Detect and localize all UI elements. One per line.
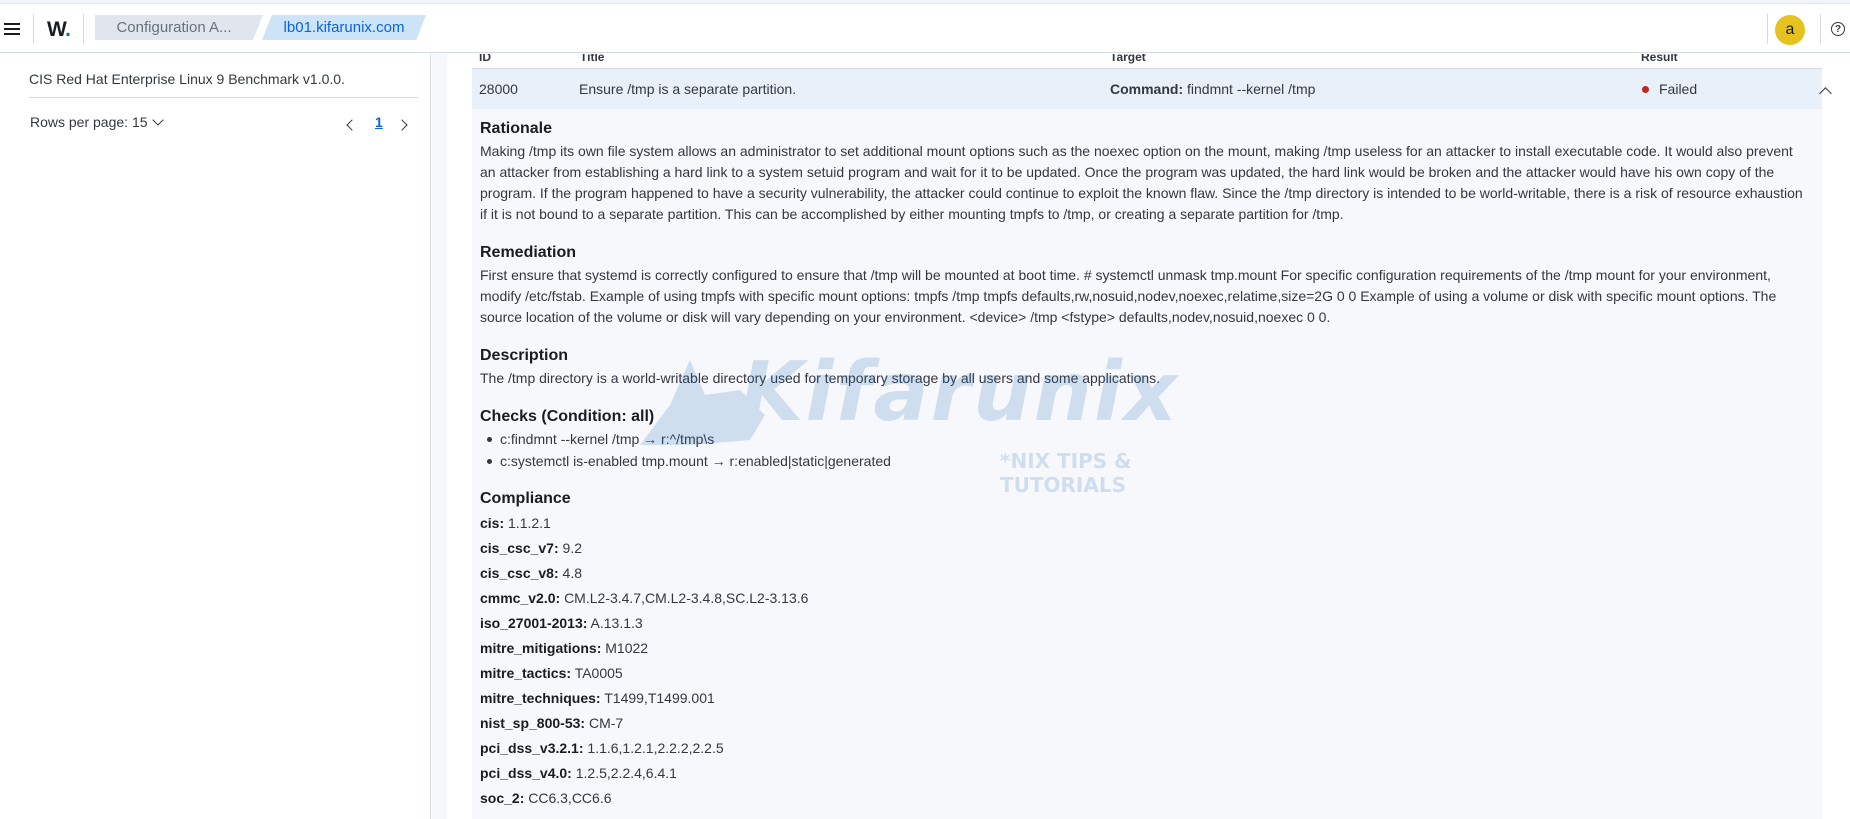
compliance-value: 4.8 bbox=[562, 565, 582, 581]
column-header-target[interactable]: Target bbox=[1110, 54, 1146, 64]
user-avatar[interactable]: a bbox=[1775, 15, 1805, 45]
previous-page-button[interactable] bbox=[346, 116, 358, 134]
compliance-heading: Compliance bbox=[480, 490, 571, 507]
rationale-heading: Rationale bbox=[480, 120, 553, 137]
compliance-value: CM.L2-3.4.7,CM.L2-3.4.8,SC.L2-3.13.6 bbox=[564, 590, 809, 606]
benchmark-list-panel: CIS Red Hat Enterprise Linux 9 Benchmark… bbox=[5, 54, 431, 819]
cell-target: Command: findmnt --kernel /tmp bbox=[1110, 81, 1315, 97]
top-nav-bar: W. Configuration A... lb01.kifarunix.com… bbox=[0, 4, 1850, 53]
compliance-key: cis: bbox=[480, 515, 505, 531]
compliance-item: cis_csc_v7: 9.2 bbox=[480, 540, 582, 556]
compliance-key: mitre_tactics: bbox=[480, 665, 572, 681]
rows-per-page-selector[interactable]: Rows per page: 15 bbox=[30, 114, 164, 130]
rows-per-page-label: Rows per page: 15 bbox=[30, 114, 148, 130]
compliance-item: cis_csc_v8: 4.8 bbox=[480, 565, 582, 581]
compliance-value: TA0005 bbox=[574, 665, 623, 681]
compliance-value: T1499,T1499.001 bbox=[604, 690, 715, 706]
help-icon[interactable]: ? bbox=[1831, 22, 1845, 36]
compliance-item: soc_2: CC6.3,CC6.6 bbox=[480, 790, 612, 806]
compliance-key: soc_2: bbox=[480, 790, 525, 806]
compliance-key: cis_csc_v7: bbox=[480, 540, 559, 556]
compliance-item: mitre_tactics: TA0005 bbox=[480, 665, 623, 681]
description-text: The /tmp directory is a world-writable d… bbox=[480, 370, 1161, 386]
benchmark-list-item[interactable]: CIS Red Hat Enterprise Linux 9 Benchmark… bbox=[29, 62, 418, 98]
description-heading: Description bbox=[480, 347, 569, 364]
cell-result: Failed bbox=[1642, 81, 1697, 97]
column-header-id[interactable]: ID bbox=[479, 54, 491, 64]
compliance-value: CC6.3,CC6.6 bbox=[528, 790, 612, 806]
logo-dot: . bbox=[65, 18, 71, 41]
rationale-text: Making /tmp its own file system allows a… bbox=[480, 143, 1803, 222]
compliance-value: 9.2 bbox=[562, 540, 582, 556]
divider bbox=[1767, 14, 1768, 44]
compliance-item: nist_sp_800-53: CM-7 bbox=[480, 715, 623, 731]
divider bbox=[33, 14, 34, 44]
compliance-key: iso_27001-2013: bbox=[480, 615, 588, 631]
checks-heading: Checks (Condition: all) bbox=[480, 408, 655, 425]
compliance-key: cis_csc_v8: bbox=[480, 565, 559, 581]
compliance-value: 1.1.6,1.2.1,2.2.2,2.2.5 bbox=[587, 740, 724, 756]
compliance-key: mitre_mitigations: bbox=[480, 640, 602, 656]
compliance-item: pci_dss_v4.0: 1.2.5,2.2.4,6.4.1 bbox=[480, 765, 677, 781]
hamburger-icon bbox=[4, 22, 20, 35]
compliance-key: pci_dss_v3.2.1: bbox=[480, 740, 584, 756]
app-logo[interactable]: W. bbox=[47, 18, 71, 42]
column-header-title[interactable]: Title bbox=[580, 54, 604, 64]
check-item: c:systemctl is-enabled tmp.mount → r:ena… bbox=[487, 453, 891, 469]
next-page-button[interactable] bbox=[396, 116, 408, 134]
result-label: Failed bbox=[1659, 81, 1698, 97]
breadcrumb-configuration-assessment[interactable]: Configuration A... bbox=[95, 15, 263, 40]
logo-letter: W bbox=[47, 18, 66, 41]
target-label: Command: bbox=[1110, 81, 1184, 97]
chevron-down-icon bbox=[151, 114, 164, 126]
compliance-item: pci_dss_v3.2.1: 1.1.6,1.2.1,2.2.2,2.2.5 bbox=[480, 740, 724, 756]
remediation-text: First ensure that systemd is correctly c… bbox=[480, 267, 1777, 325]
compliance-item: mitre_mitigations: M1022 bbox=[480, 640, 648, 656]
breadcrumb-label: lb01.kifarunix.com bbox=[283, 19, 405, 36]
chevron-right-icon bbox=[396, 119, 408, 131]
compliance-key: nist_sp_800-53: bbox=[480, 715, 586, 731]
failed-status-dot bbox=[1642, 86, 1649, 93]
compliance-item: cis: 1.1.2.1 bbox=[480, 515, 551, 531]
compliance-item: iso_27001-2013: A.13.1.3 bbox=[480, 615, 643, 631]
check-item: c:findmnt --kernel /tmp → r:^/tmp\s bbox=[487, 431, 714, 447]
divider bbox=[83, 14, 84, 44]
page-number-button[interactable]: 1 bbox=[375, 114, 383, 130]
checks-table-panel: ID Title Target Result 28000 Ensure /tmp… bbox=[447, 54, 1850, 819]
divider bbox=[1820, 14, 1821, 44]
column-header-result[interactable]: Result bbox=[1641, 54, 1678, 64]
panel-gutter bbox=[432, 54, 447, 819]
collapse-row-button[interactable] bbox=[1819, 87, 1832, 100]
chevron-left-icon bbox=[346, 119, 358, 131]
menu-button[interactable] bbox=[0, 4, 24, 53]
table-row[interactable]: 28000 Ensure /tmp is a separate partitio… bbox=[472, 68, 1832, 109]
compliance-value: A.13.1.3 bbox=[590, 615, 643, 631]
compliance-value: 1.2.5,2.2.4,6.4.1 bbox=[575, 765, 677, 781]
remediation-heading: Remediation bbox=[480, 244, 577, 261]
cell-title: Ensure /tmp is a separate partition. bbox=[579, 81, 797, 97]
breadcrumb-agent[interactable]: lb01.kifarunix.com bbox=[262, 15, 426, 40]
compliance-value: CM-7 bbox=[588, 715, 624, 731]
compliance-value: M1022 bbox=[605, 640, 649, 656]
breadcrumb-label: Configuration A... bbox=[116, 19, 232, 36]
compliance-item: mitre_techniques: T1499,T1499.001 bbox=[480, 690, 715, 706]
cell-id: 28000 bbox=[479, 81, 518, 97]
compliance-item: cmmc_v2.0: CM.L2-3.4.7,CM.L2-3.4.8,SC.L2… bbox=[480, 590, 808, 606]
compliance-value: 1.1.2.1 bbox=[508, 515, 551, 531]
target-value: findmnt --kernel /tmp bbox=[1187, 81, 1316, 97]
compliance-key: cmmc_v2.0: bbox=[480, 590, 561, 606]
compliance-key: mitre_techniques: bbox=[480, 690, 601, 706]
compliance-key: pci_dss_v4.0: bbox=[480, 765, 572, 781]
